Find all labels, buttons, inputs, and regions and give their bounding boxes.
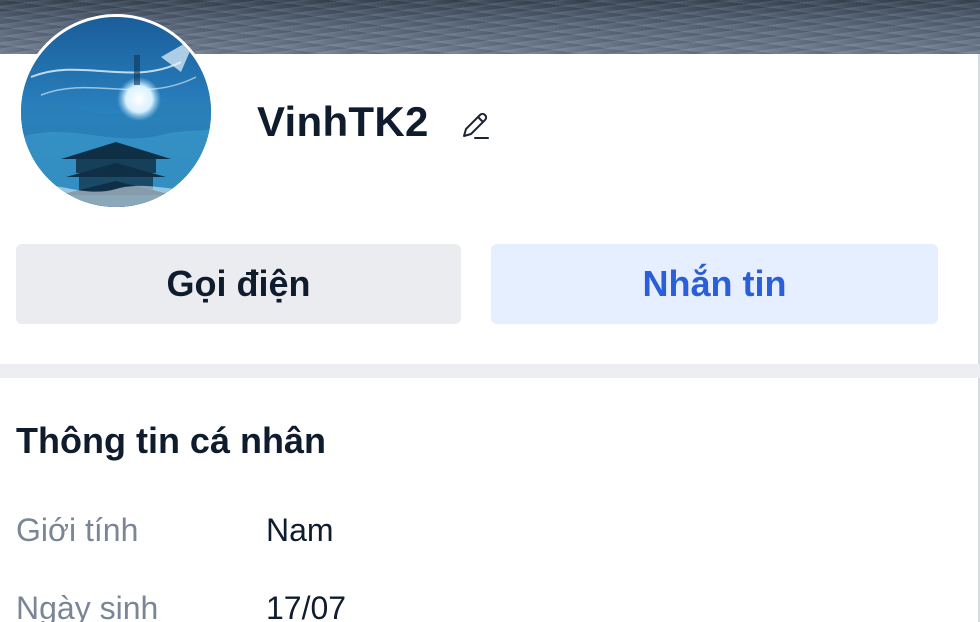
section-divider xyxy=(0,364,980,378)
avatar-image xyxy=(21,17,211,207)
call-button[interactable]: Gọi điện xyxy=(16,244,461,324)
message-button[interactable]: Nhắn tin xyxy=(491,244,938,324)
display-name: VinhTK2 xyxy=(257,98,429,145)
gender-value: Nam xyxy=(266,512,334,548)
profile-panel: VinhTK2 Gọi điện Nhắn tin Thông tin cá n… xyxy=(0,0,980,622)
birthday-label: Ngày sinh xyxy=(16,590,159,622)
gender-label: Giới tính xyxy=(16,512,139,548)
personal-info-title: Thông tin cá nhân xyxy=(16,420,326,461)
pencil-icon[interactable] xyxy=(457,108,493,144)
birthday-value: 17/07 xyxy=(266,590,347,622)
avatar[interactable] xyxy=(18,14,214,210)
